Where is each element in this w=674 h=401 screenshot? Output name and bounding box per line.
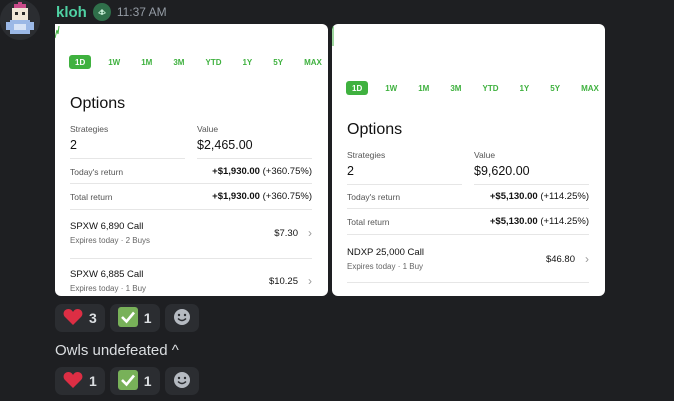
total-return-label: Total return <box>347 217 390 227</box>
divider <box>70 209 312 210</box>
position-details: Expires today · 1 Buy <box>347 262 424 271</box>
divider <box>70 183 312 184</box>
todays-return-label: Today's return <box>70 167 124 177</box>
divider <box>70 258 312 259</box>
divider <box>197 158 312 159</box>
range-max[interactable]: MAX <box>577 81 603 95</box>
message-timestamp[interactable]: 11:37 AM <box>117 5 167 19</box>
value-amount: $2,465.00 <box>197 138 253 152</box>
total-return-value: +$1,930.00 (+360.75%) <box>212 191 312 202</box>
range-1d[interactable]: 1D <box>346 81 369 95</box>
position-details: Expires today · 1 Buy <box>70 284 147 293</box>
reaction-heart[interactable]: 3 <box>55 304 105 332</box>
range-ytd[interactable]: YTD <box>478 81 502 95</box>
reaction-check[interactable]: 1 <box>109 367 160 395</box>
strategies-value: 2 <box>70 138 77 152</box>
section-title: Options <box>70 95 126 112</box>
time-range-selector: 1D 1W 1M 3M YTD 1Y 5Y MAX <box>69 55 328 69</box>
smiley-icon <box>173 308 191 329</box>
reaction-count: 1 <box>143 310 152 326</box>
divider <box>347 234 589 235</box>
position-price: $10.25 <box>268 276 298 287</box>
role-badge-icon[interactable] <box>92 3 111 21</box>
message-header: kloh 11:37 AM <box>56 2 167 22</box>
section-title: Options <box>347 121 403 138</box>
todays-return-value: +$5,130.00 (+114.25%) <box>489 191 589 202</box>
value-amount: $9,620.00 <box>474 164 530 178</box>
position-name: SPXW 6,885 Call <box>70 269 144 280</box>
strategies-label: Strategies <box>70 124 109 134</box>
range-1m[interactable]: 1M <box>414 81 433 95</box>
price-sparkline <box>332 24 334 46</box>
check-mark-icon <box>117 306 138 330</box>
position-details: Expires today · 2 Buys <box>70 236 151 245</box>
add-reaction-button[interactable] <box>164 367 199 395</box>
divider <box>347 208 589 209</box>
range-1d[interactable]: 1D <box>69 55 92 69</box>
price-sparkline <box>55 25 60 39</box>
chevron-right-icon: › <box>308 226 312 240</box>
time-range-selector: 1D 1W 1M 3M YTD 1Y 5Y MAX <box>346 81 605 95</box>
portfolio-screenshot-1[interactable]: 1D 1W 1M 3M YTD 1Y 5Y MAX Options Strategies 2 … <box>55 24 328 296</box>
range-1y[interactable]: 1Y <box>515 81 533 95</box>
total-return-value: +$5,130.00 (+114.25%) <box>489 216 589 227</box>
smiley-icon <box>173 371 191 392</box>
reaction-count: 1 <box>143 373 152 389</box>
strategies-label: Strategies <box>347 150 386 160</box>
divider <box>347 184 462 185</box>
user-avatar[interactable] <box>0 0 40 40</box>
check-mark-icon <box>117 369 138 393</box>
reaction-count: 3 <box>89 310 97 326</box>
range-5y[interactable]: 5Y <box>269 55 287 69</box>
reaction-count: 1 <box>89 373 97 389</box>
divider <box>70 158 185 159</box>
reactions-bar: 1 1 <box>55 367 199 395</box>
strategies-value: 2 <box>347 164 354 178</box>
value-label: Value <box>197 124 219 134</box>
range-1y[interactable]: 1Y <box>238 55 256 69</box>
position-name: NDXP 25,000 Call <box>347 247 424 258</box>
reaction-check[interactable]: 1 <box>109 304 160 332</box>
range-1m[interactable]: 1M <box>137 55 156 69</box>
chevron-right-icon: › <box>585 252 589 266</box>
range-1w[interactable]: 1W <box>104 55 124 69</box>
todays-return-label: Today's return <box>347 192 401 202</box>
heart-icon <box>63 371 83 392</box>
heart-icon <box>63 308 83 329</box>
todays-return-value: +$1,930.00 (+360.75%) <box>212 166 312 177</box>
range-5y[interactable]: 5Y <box>546 81 564 95</box>
message-text: Owls undefeated ^ <box>55 342 179 359</box>
chevron-right-icon: › <box>308 274 312 288</box>
add-reaction-button[interactable] <box>164 304 199 332</box>
total-return-label: Total return <box>70 192 113 202</box>
position-price: $46.80 <box>545 254 575 265</box>
range-max[interactable]: MAX <box>300 55 326 69</box>
reactions-bar: 3 1 <box>55 304 199 332</box>
value-label: Value <box>474 150 496 160</box>
portfolio-screenshot-2[interactable]: 1D 1W 1M 3M YTD 1Y 5Y MAX Options Strategies 2 … <box>332 24 605 296</box>
range-3m[interactable]: 3M <box>446 81 465 95</box>
range-1w[interactable]: 1W <box>381 81 401 95</box>
divider <box>347 282 589 283</box>
divider <box>474 184 589 185</box>
position-price: $7.30 <box>274 228 298 239</box>
reaction-heart[interactable]: 1 <box>55 367 105 395</box>
range-ytd[interactable]: YTD <box>201 55 225 69</box>
username[interactable]: kloh <box>56 4 87 21</box>
range-3m[interactable]: 3M <box>169 55 188 69</box>
position-name: SPXW 6,890 Call <box>70 221 144 232</box>
